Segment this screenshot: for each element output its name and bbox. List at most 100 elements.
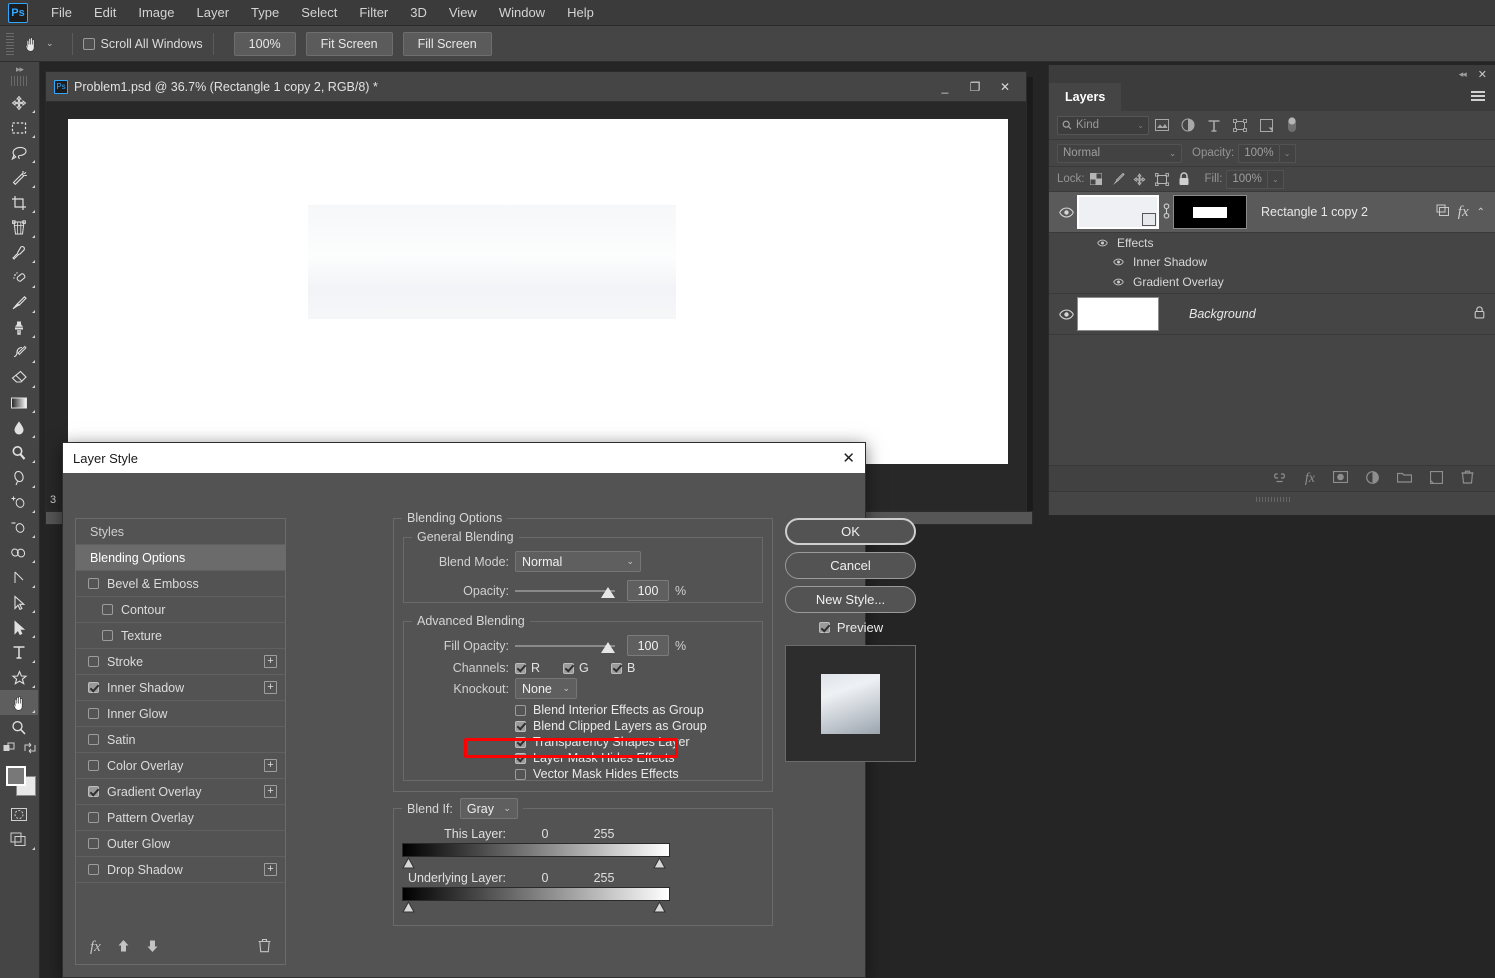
this-layer-gradient-bar[interactable] (402, 843, 670, 857)
style-item-stroke[interactable]: Stroke + (76, 649, 285, 675)
channel-g-check-box-icon[interactable] (563, 662, 574, 674)
preview-check-box-icon[interactable] (818, 622, 830, 633)
custom-shape-tool[interactable] (0, 665, 38, 690)
path-selection-tool[interactable] (0, 590, 38, 615)
chevron-down-icon[interactable]: ⌄ (1137, 121, 1144, 130)
style-item-color-overlay[interactable]: Color Overlay + (76, 753, 285, 779)
toolbar-grip[interactable] (10, 76, 29, 86)
menu-window[interactable]: Window (488, 2, 556, 23)
layer-mask-hides-effects-checkbox[interactable]: Layer Mask Hides Effects (515, 750, 762, 766)
scroll-all-windows-checkbox[interactable]: Scroll All Windows (82, 37, 203, 51)
fx-icon[interactable]: fx (90, 939, 101, 956)
ok-button[interactable]: OK (785, 518, 916, 545)
link-layers-icon[interactable] (1272, 472, 1287, 486)
new-group-icon[interactable] (1396, 471, 1413, 486)
menu-select[interactable]: Select (290, 2, 348, 23)
minimize-icon[interactable]: _ (930, 76, 960, 98)
style-item-satin[interactable]: Satin (76, 727, 285, 753)
direct-selection-tool[interactable] (0, 615, 38, 640)
close-icon[interactable]: ✕ (990, 76, 1020, 98)
lock-transparent-pixels-icon[interactable] (1085, 169, 1107, 189)
transparency-shapes-check-box-icon[interactable] (515, 736, 526, 748)
style-item-outer-glow[interactable]: Outer Glow (76, 831, 285, 857)
opacity-input[interactable]: 100 (627, 580, 669, 601)
rectangular-marquee-tool[interactable] (0, 115, 38, 140)
underlying-layer-black-slider[interactable] (402, 901, 415, 913)
smart-object-filter-icon[interactable] (1253, 114, 1279, 136)
style-checkbox-icon[interactable] (88, 708, 99, 719)
history-brush-tool[interactable] (0, 340, 38, 365)
menu-view[interactable]: View (438, 2, 488, 23)
background-layer-thumbnail[interactable] (1077, 297, 1159, 331)
panel-resize-grip[interactable] (1255, 497, 1290, 502)
brush-tool[interactable] (0, 290, 38, 315)
style-checkbox-icon[interactable] (88, 578, 99, 589)
menu-edit[interactable]: Edit (83, 2, 127, 23)
layer-blend-mode-select[interactable]: Normal ⌄ (1057, 143, 1182, 163)
style-checkbox-icon[interactable] (88, 812, 99, 823)
styles-list-header[interactable]: Styles (76, 519, 285, 545)
underlying-layer-white-slider[interactable] (653, 901, 666, 913)
add-layer-style-icon[interactable]: fx (1305, 471, 1315, 487)
toolbar-collapse-icon[interactable]: ▸▸ (0, 62, 39, 76)
menu-3d[interactable]: 3D (399, 2, 438, 23)
style-checkbox-icon[interactable] (88, 682, 99, 693)
fill-screen-button[interactable]: Fill Screen (402, 31, 492, 56)
add-effect-plus-icon[interactable]: + (264, 785, 277, 798)
table-row[interactable]: Background (1049, 294, 1495, 335)
layer-style-title-bar[interactable]: Layer Style ✕ (63, 443, 865, 473)
add-effect-plus-icon[interactable]: + (264, 759, 277, 772)
lock-all-icon[interactable] (1173, 169, 1195, 189)
magic-wand-tool[interactable] (0, 165, 38, 190)
maximize-icon[interactable]: ❐ (960, 76, 990, 98)
background-layer-name[interactable]: Background (1189, 307, 1474, 321)
close-icon[interactable]: ✕ (842, 449, 855, 467)
fill-opacity-input[interactable]: 100 (627, 635, 669, 656)
style-checkbox-icon[interactable] (88, 786, 99, 797)
horizontal-type-tool[interactable] (0, 640, 38, 665)
add-effect-plus-icon[interactable]: + (264, 863, 277, 876)
crop-tool[interactable] (0, 190, 38, 215)
eyedropper-tool[interactable] (0, 240, 38, 265)
style-checkbox-icon[interactable] (88, 656, 99, 667)
lasso-tool[interactable] (0, 140, 38, 165)
add-effect-plus-icon[interactable]: + (264, 655, 277, 668)
opacity-stepper-icon[interactable]: ⌄ (1279, 143, 1296, 163)
clone-stamp-tool[interactable] (0, 315, 38, 340)
inner-shadow-visibility-eye-icon[interactable] (1111, 258, 1125, 266)
line-tool[interactable] (0, 565, 38, 590)
opacity-value[interactable]: 100% (1238, 143, 1280, 163)
adjustment-filter-icon[interactable] (1175, 114, 1201, 136)
add-layer-mask-icon[interactable] (1332, 470, 1349, 486)
fill-opacity-slider-thumb[interactable] (601, 641, 615, 653)
fill-stepper-icon[interactable]: ⌄ (1267, 169, 1284, 189)
vector-mask-hides-effects-check-box-icon[interactable] (515, 768, 526, 780)
dodge-tool[interactable] (0, 440, 38, 465)
layer-name[interactable]: Rectangle 1 copy 2 (1261, 205, 1436, 219)
channel-r-checkbox[interactable]: R (515, 661, 563, 675)
style-item-gradient-overlay[interactable]: Gradient Overlay + (76, 779, 285, 805)
color-swatches[interactable] (0, 762, 38, 802)
blend-clipped-layers-check-box-icon[interactable] (515, 720, 526, 732)
fit-screen-button[interactable]: Fit Screen (305, 31, 393, 56)
new-style-button[interactable]: New Style... (785, 586, 916, 613)
document-title-bar[interactable]: Ps Problem1.psd @ 36.7% (Rectangle 1 cop… (46, 72, 1026, 102)
hand-tool-icon[interactable] (18, 31, 44, 57)
delete-anchor-point-tool[interactable] (0, 515, 38, 540)
gradient-tool[interactable] (0, 390, 38, 415)
style-item-inner-shadow[interactable]: Inner Shadow + (76, 675, 285, 701)
style-checkbox-icon[interactable] (88, 864, 99, 875)
fill-opacity-slider[interactable] (515, 639, 615, 653)
add-anchor-point-tool[interactable] (0, 490, 38, 515)
perspective-crop-tool[interactable] (0, 215, 38, 240)
blend-mode-select[interactable]: Normal ⌄ (515, 551, 641, 572)
type-filter-icon[interactable] (1201, 114, 1227, 136)
menu-filter[interactable]: Filter (348, 2, 399, 23)
gradient-overlay-visibility-eye-icon[interactable] (1111, 278, 1125, 286)
blur-tool[interactable] (0, 415, 38, 440)
close-panel-icon[interactable]: ✕ (1478, 68, 1487, 81)
options-bar-grip[interactable] (6, 32, 14, 55)
screen-mode-icon[interactable] (0, 827, 38, 852)
style-checkbox-icon[interactable] (88, 734, 99, 745)
spot-healing-brush-tool[interactable] (0, 265, 38, 290)
